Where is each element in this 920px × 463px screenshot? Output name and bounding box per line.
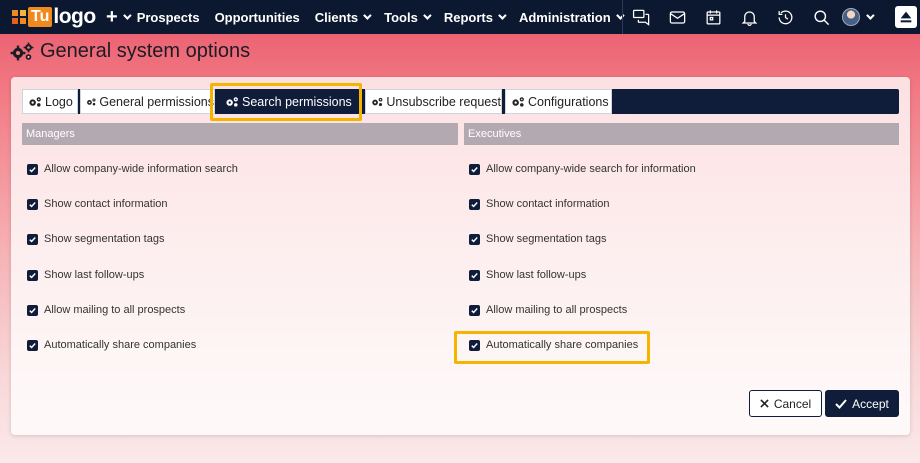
check-icon [835, 398, 847, 409]
executives-option[interactable]: Show segmentation tags [469, 233, 606, 245]
chevron-down-icon [422, 11, 432, 20]
managers-option[interactable]: Show contact information [27, 198, 168, 210]
executives-header: Executives [464, 123, 899, 145]
nav-icon-bar [622, 0, 875, 34]
accept-button[interactable]: Accept [825, 390, 899, 417]
check-icon [471, 342, 478, 349]
close-icon [760, 399, 769, 408]
nav-prospects[interactable]: Prospects [137, 10, 200, 25]
nav-reports[interactable]: Reports [444, 10, 507, 25]
checkbox-checked[interactable] [27, 269, 38, 281]
app-logo[interactable]: Tu logo [12, 5, 104, 29]
plus-icon: + [106, 5, 118, 28]
calendar-icon[interactable] [695, 0, 731, 34]
cogs-icon [512, 96, 524, 107]
executives-option[interactable]: Automatically share companies [469, 339, 638, 351]
logo-grid-icon [12, 10, 26, 24]
managers-option[interactable]: Allow mailing to all prospects [27, 304, 185, 316]
tab-configurations[interactable]: Configurations [505, 89, 612, 114]
history-icon[interactable] [767, 0, 803, 34]
chat-icon[interactable] [623, 0, 659, 34]
cogs-icon [226, 96, 238, 107]
nav-opportunities[interactable]: Opportunities [215, 10, 300, 25]
quick-add-button[interactable]: + [106, 5, 132, 29]
user-menu[interactable] [839, 0, 875, 34]
logo-badge: Tu [28, 7, 53, 27]
check-icon [29, 166, 36, 173]
checkbox-checked[interactable] [469, 163, 480, 175]
checkbox-checked[interactable] [469, 198, 480, 210]
cogs-icon [10, 42, 34, 60]
check-icon [471, 307, 478, 314]
managers-option[interactable]: Show last follow-ups [27, 269, 144, 281]
managers-option[interactable]: Allow company-wide information search [27, 163, 238, 175]
chevron-down-icon [498, 11, 507, 20]
managers-option[interactable]: Show segmentation tags [27, 233, 164, 245]
executives-option[interactable]: Show contact information [469, 198, 610, 210]
checkbox-checked[interactable] [27, 339, 38, 351]
chevron-down-icon [122, 11, 132, 20]
executives-option[interactable]: Allow company-wide search for informatio… [469, 163, 696, 175]
checkbox-checked[interactable] [469, 339, 480, 351]
check-icon [471, 236, 478, 243]
managers-header: Managers [22, 123, 458, 145]
search-icon[interactable] [803, 0, 839, 34]
chevron-down-icon [363, 11, 372, 20]
mail-icon[interactable] [659, 0, 695, 34]
checkbox-checked[interactable] [27, 233, 38, 245]
tab-search-permissions[interactable]: Search permissions [219, 89, 362, 114]
top-navbar: Tu logo + Prospects Opportunities Client… [0, 0, 920, 34]
tab-general-permissions[interactable]: General permissions [80, 89, 215, 114]
bell-icon[interactable] [731, 0, 767, 34]
scroll-top-button[interactable] [895, 6, 917, 28]
checkbox-checked[interactable] [469, 304, 480, 316]
options-card: Logo General permissions Search permissi… [11, 77, 910, 435]
tab-logo[interactable]: Logo [22, 89, 78, 114]
check-icon [29, 307, 36, 314]
check-icon [471, 166, 478, 173]
nav-tools[interactable]: Tools [384, 10, 432, 25]
avatar [842, 8, 860, 26]
checkbox-checked[interactable] [27, 304, 38, 316]
checkbox-checked[interactable] [27, 198, 38, 210]
nav-administration[interactable]: Administration [519, 10, 625, 25]
check-icon [471, 201, 478, 208]
checkbox-checked[interactable] [469, 233, 480, 245]
checkbox-checked[interactable] [469, 269, 480, 281]
check-icon [29, 342, 36, 349]
logo-text: logo [53, 5, 96, 28]
page-header: General system options [10, 40, 250, 63]
cogs-icon [87, 98, 96, 105]
main-menu: Prospects Opportunities Clients Tools Re… [137, 0, 637, 34]
check-icon [29, 236, 36, 243]
check-icon [29, 272, 36, 279]
executives-option[interactable]: Allow mailing to all prospects [469, 304, 627, 316]
checkbox-checked[interactable] [27, 163, 38, 175]
executives-option[interactable]: Show last follow-ups [469, 269, 586, 281]
tab-unsubscribe-request[interactable]: Unsubscribe request [365, 89, 502, 114]
nav-clients[interactable]: Clients [315, 10, 372, 25]
tab-bar: Logo General permissions Search permissi… [22, 89, 899, 114]
cogs-icon [29, 96, 41, 107]
eject-up-icon [900, 11, 912, 23]
cancel-button[interactable]: Cancel [749, 390, 822, 417]
check-icon [29, 201, 36, 208]
managers-option[interactable]: Automatically share companies [27, 339, 196, 351]
cogs-icon [372, 97, 383, 106]
page-title: General system options [40, 40, 251, 62]
check-icon [471, 272, 478, 279]
chevron-down-icon [866, 11, 875, 20]
